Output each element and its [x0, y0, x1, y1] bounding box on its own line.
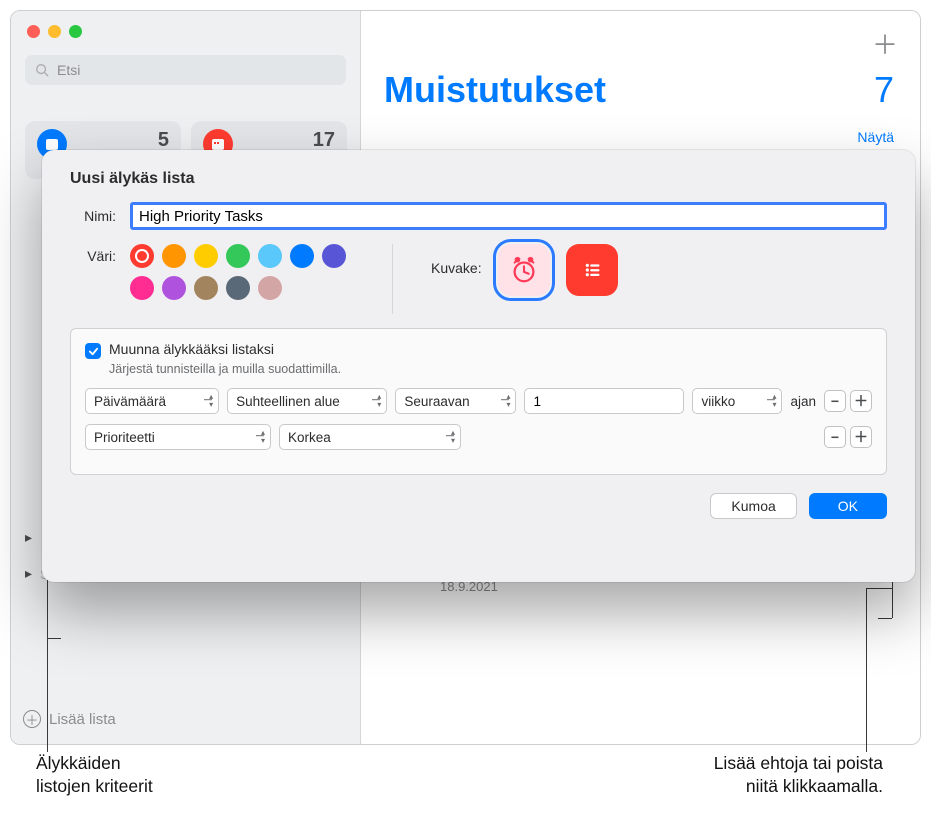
color-swatch[interactable]	[226, 244, 250, 268]
search-placeholder: Etsi	[57, 62, 80, 78]
callout-text: niitä klikkaamalla.	[714, 775, 883, 798]
name-label: Nimi:	[70, 208, 116, 224]
icon-option-alarm[interactable]	[498, 244, 550, 296]
separator	[392, 244, 393, 314]
page-count: 7	[874, 69, 894, 111]
color-swatch[interactable]	[194, 244, 218, 268]
search-input[interactable]: Etsi	[25, 55, 346, 85]
select-value: Prioriteetti	[94, 430, 155, 445]
chevron-right-icon: ▸	[25, 565, 32, 582]
bullet-list-icon	[577, 255, 607, 285]
alarm-clock-icon	[509, 255, 539, 285]
select-value: Seuraavan	[404, 394, 469, 409]
smart-list-dialog: Uusi älykäs lista Nimi: Väri: Kuvake:	[42, 150, 915, 582]
callout-line	[47, 638, 61, 639]
dialog-buttons: Kumoa OK	[70, 493, 887, 519]
today-count: 5	[158, 129, 169, 152]
color-swatch[interactable]	[322, 244, 346, 268]
plus-circle-icon: ＋	[23, 710, 41, 728]
minus-icon: −	[831, 393, 839, 409]
scheduled-count: 17	[313, 129, 335, 152]
show-link[interactable]: Näytä	[857, 129, 894, 145]
select-value: Korkea	[288, 430, 331, 445]
callout-line	[866, 588, 892, 589]
select-value: Päivämäärä	[94, 394, 166, 409]
sidebar-disclosure-1[interactable]: ▸	[25, 529, 32, 546]
callout-line	[866, 588, 867, 752]
select-value: Suhteellinen alue	[236, 394, 340, 409]
color-swatch[interactable]	[194, 276, 218, 300]
smart-list-checkbox[interactable]	[85, 343, 101, 359]
color-swatches	[130, 244, 370, 300]
add-rule-button[interactable]: ＋	[850, 426, 872, 448]
icon-option-list[interactable]	[566, 244, 618, 296]
new-reminder-button[interactable]: ＋	[872, 25, 898, 62]
select-field-type[interactable]: Päivämäärä ▴▾	[85, 388, 219, 414]
add-list-button[interactable]: ＋ Lisää lista	[23, 710, 116, 728]
add-rule-button[interactable]: ＋	[850, 390, 872, 412]
remove-rule-button[interactable]: −	[824, 426, 846, 448]
number-input[interactable]	[524, 388, 684, 414]
select-unit[interactable]: viikko ▴▾	[692, 388, 782, 414]
dialog-title: Uusi älykäs lista	[70, 170, 887, 188]
minimize-icon[interactable]	[48, 25, 61, 38]
callout-text: Lisää ehtoja tai poista	[714, 752, 883, 775]
window-controls	[27, 25, 82, 38]
zoom-icon[interactable]	[69, 25, 82, 38]
ok-label: OK	[838, 498, 858, 514]
page-title: Muistutukset	[384, 69, 606, 111]
minus-icon: −	[831, 429, 839, 445]
smart-checkbox-label: Muunna älykkääksi listaksi	[109, 341, 274, 357]
color-swatch[interactable]	[258, 276, 282, 300]
color-swatch[interactable]	[226, 276, 250, 300]
name-input[interactable]	[130, 202, 887, 230]
smart-checkbox-subtitle: Järjestä tunnisteilla ja muilla suodatti…	[109, 362, 872, 376]
callout-left: Älykkäiden listojen kriteerit	[36, 752, 153, 798]
select-priority-value[interactable]: Korkea ▴▾	[279, 424, 461, 450]
filter-row: Päivämäärä ▴▾ Suhteellinen alue ▴▾ Seura…	[85, 388, 872, 414]
select-value: viikko	[701, 394, 735, 409]
color-swatch[interactable]	[258, 244, 282, 268]
filter-row: Prioriteetti ▴▾ Korkea ▴▾ − ＋	[85, 424, 872, 450]
callout-right: Lisää ehtoja tai poista niitä klikkaamal…	[714, 752, 883, 798]
select-field-type[interactable]: Prioriteetti ▴▾	[85, 424, 271, 450]
color-label: Väri:	[70, 248, 116, 264]
color-swatch[interactable]	[130, 276, 154, 300]
remove-rule-button[interactable]: −	[824, 390, 846, 412]
add-list-label: Lisää lista	[49, 711, 116, 728]
search-icon	[35, 63, 49, 77]
color-swatch[interactable]	[162, 276, 186, 300]
select-direction[interactable]: Seuraavan ▴▾	[395, 388, 516, 414]
smart-rules-panel: Muunna älykkääksi listaksi Järjestä tunn…	[70, 328, 887, 475]
color-swatch[interactable]	[130, 244, 154, 268]
cancel-button[interactable]: Kumoa	[710, 493, 796, 519]
color-swatch[interactable]	[162, 244, 186, 268]
cancel-label: Kumoa	[731, 498, 775, 514]
chevron-right-icon: ▸	[25, 529, 32, 546]
plus-icon: ＋	[854, 427, 868, 447]
callout-text: listojen kriteerit	[36, 775, 153, 798]
close-icon[interactable]	[27, 25, 40, 38]
callout-line	[878, 618, 892, 619]
color-swatch[interactable]	[290, 244, 314, 268]
checkmark-icon	[88, 346, 99, 357]
icon-label: Kuvake:	[431, 260, 482, 276]
plus-icon: ＋	[854, 391, 868, 411]
select-range-type[interactable]: Suhteellinen alue ▴▾	[227, 388, 387, 414]
callout-text: Älykkäiden	[36, 752, 153, 775]
ok-button[interactable]: OK	[809, 493, 887, 519]
suffix-label: ajan	[790, 394, 816, 409]
